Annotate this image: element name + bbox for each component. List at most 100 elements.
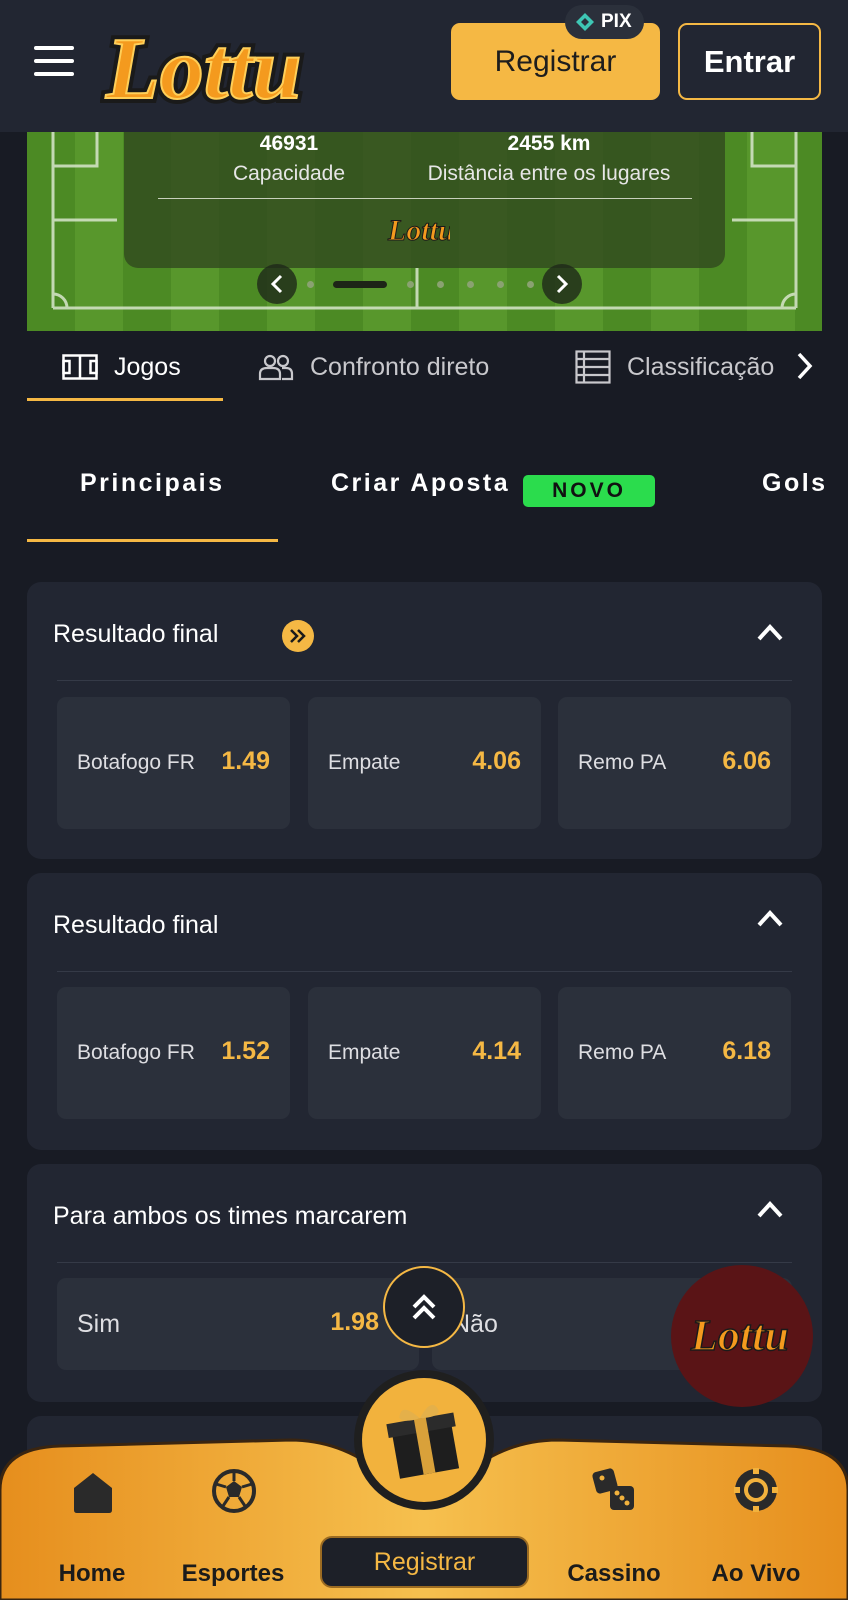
tab-confronto-direto[interactable]: Confronto direto	[258, 331, 489, 403]
carousel-dot[interactable]	[437, 281, 444, 288]
distance-value: 2455 km	[507, 132, 591, 155]
main-tabs: Jogos Confronto direto Classificação	[0, 331, 848, 406]
scroll-top-button[interactable]	[383, 1266, 465, 1348]
pix-icon	[576, 13, 594, 31]
chevron-up-icon[interactable]	[754, 1197, 786, 1221]
carousel-dot[interactable]	[527, 281, 534, 288]
market-tabs: Principais Criar Aposta NOVO Gols	[0, 455, 848, 545]
login-button[interactable]: Entrar	[678, 23, 821, 100]
nav-ao-vivo[interactable]: Ao Vivo	[686, 1468, 826, 1588]
gift-icon	[362, 1378, 486, 1502]
nav-cassino[interactable]: Cassino	[544, 1468, 684, 1588]
market-title: Resultado final	[53, 620, 219, 648]
home-icon	[74, 1473, 112, 1513]
svg-text:Lottu: Lottu	[690, 1311, 789, 1360]
market-card: Resultado final Botafogo FR 1.49 Empate …	[27, 582, 822, 859]
carousel-next-icon[interactable]	[542, 264, 582, 304]
odd-button[interactable]: Botafogo FR 1.52	[57, 987, 290, 1119]
distance-stat: 2455 km Distância entre os lugares	[414, 132, 684, 186]
soccer-ball-icon	[212, 1469, 256, 1513]
odd-selection: Botafogo FR	[77, 1041, 195, 1064]
list-icon	[575, 350, 611, 384]
market-title: Resultado final	[53, 911, 219, 939]
double-chevron-up-icon	[412, 1294, 436, 1320]
odd-button[interactable]: Empate 4.06	[308, 697, 541, 829]
dice-icon	[592, 1468, 634, 1510]
odd-selection: Remo PA	[578, 751, 667, 774]
gift-button[interactable]	[354, 1370, 494, 1510]
odd-button[interactable]: Botafogo FR 1.49	[57, 697, 290, 829]
active-tab-indicator	[27, 398, 223, 401]
chevron-up-icon[interactable]	[754, 906, 786, 930]
carousel-prev-icon[interactable]	[257, 264, 297, 304]
nav-esportes[interactable]: Esportes	[163, 1469, 303, 1588]
carousel-controls	[257, 264, 617, 304]
market-card: Resultado final Botafogo FR 1.52 Empate …	[27, 873, 822, 1150]
odd-price: 4.14	[472, 1037, 521, 1065]
top-header: Lottu Lottu Registrar PIX Entrar	[0, 0, 848, 132]
novo-badge: NOVO	[523, 475, 655, 507]
lottu-mini-logo: Lottu	[387, 214, 451, 247]
card-divider	[158, 198, 692, 199]
odd-price: 1.52	[221, 1037, 270, 1065]
odd-price: 1.98	[330, 1308, 379, 1336]
odd-selection: Remo PA	[578, 1041, 667, 1064]
stadium-info-card: 46931 Capacidade 2455 km Distância entre…	[124, 130, 725, 268]
market-divider	[57, 971, 792, 972]
odd-selection: Empate	[328, 1041, 401, 1064]
tab-gols[interactable]: Gols	[762, 469, 828, 498]
tab-jogos-label: Jogos	[114, 352, 181, 381]
nav-home[interactable]: Home	[22, 1473, 162, 1588]
capacity-value: 46931	[259, 132, 319, 155]
capacity-label: Capacidade	[232, 162, 346, 185]
nav-home-label: Home	[58, 1560, 126, 1587]
odd-selection: Sim	[77, 1310, 121, 1338]
carousel-dot[interactable]	[497, 281, 504, 288]
poker-chip-icon	[734, 1468, 778, 1512]
tab-confronto-label: Confronto direto	[310, 352, 490, 381]
chevron-up-icon[interactable]	[754, 620, 786, 644]
pix-badge: PIX	[565, 5, 644, 39]
nav-cassino-label: Cassino	[567, 1560, 661, 1587]
menu-icon[interactable]	[34, 46, 74, 76]
odd-price: 1.49	[221, 747, 270, 775]
nav-esportes-label: Esportes	[181, 1560, 285, 1587]
odd-button[interactable]: Remo PA 6.06	[558, 697, 791, 829]
boost-icon[interactable]	[282, 620, 314, 652]
distance-label: Distância entre os lugares	[427, 162, 671, 185]
tab-criar-aposta[interactable]: Criar Aposta	[331, 469, 510, 498]
market-divider	[57, 680, 792, 681]
active-market-tab-indicator	[27, 539, 278, 542]
lottu-logo-icon: Lottu	[689, 1310, 789, 1361]
carousel-dot[interactable]	[467, 281, 474, 288]
tab-classificacao-label: Classificação	[627, 352, 775, 381]
market-title: Para ambos os times marcarem	[53, 1202, 408, 1230]
odd-selection: Empate	[328, 751, 401, 774]
tab-jogos[interactable]: Jogos	[62, 331, 181, 403]
odd-selection: Botafogo FR	[77, 751, 195, 774]
svg-text:Lottu: Lottu	[387, 214, 450, 246]
svg-text:Lottu: Lottu	[105, 21, 302, 118]
carousel-dot-active[interactable]	[333, 281, 387, 288]
odd-button[interactable]: Sim 1.98	[57, 1278, 419, 1370]
nav-ao-vivo-label: Ao Vivo	[711, 1560, 801, 1587]
users-icon	[258, 354, 294, 381]
lottu-logo[interactable]: Lottu Lottu	[100, 8, 310, 118]
odd-button[interactable]: Empate 4.14	[308, 987, 541, 1119]
bottom-navigation: Home Esportes Registrar Cassino Ao Vivo	[0, 1370, 848, 1600]
floating-lottu-button[interactable]: Lottu	[671, 1265, 813, 1407]
odd-button[interactable]: Remo PA 6.18	[558, 987, 791, 1119]
odd-price: 6.18	[722, 1037, 771, 1065]
tab-principais[interactable]: Principais	[80, 469, 225, 498]
nav-register-button[interactable]: Registrar	[320, 1536, 529, 1588]
stadium-banner: 46931 Capacidade 2455 km Distância entre…	[27, 130, 822, 331]
odd-price: 4.06	[472, 747, 521, 775]
carousel-dot[interactable]	[307, 281, 314, 288]
pix-label: PIX	[601, 11, 632, 32]
field-icon	[62, 354, 98, 380]
carousel-dot[interactable]	[407, 281, 414, 288]
capacity-stat: 46931 Capacidade	[204, 132, 374, 186]
odd-price: 6.06	[722, 747, 771, 775]
tabs-scroll-right-icon[interactable]	[787, 331, 821, 401]
tab-classificacao[interactable]: Classificação	[575, 331, 774, 403]
